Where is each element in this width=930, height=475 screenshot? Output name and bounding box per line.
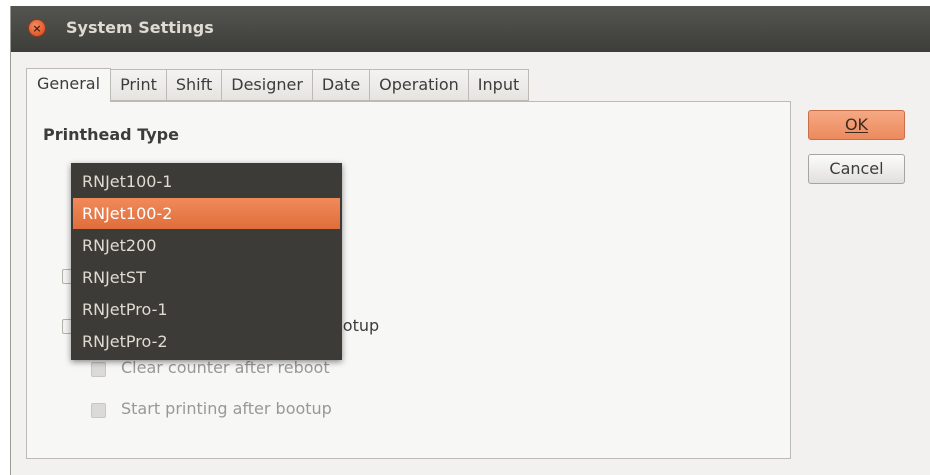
dropdown-item[interactable]: RNJetPro-1 bbox=[73, 294, 340, 325]
system-settings-window: × System Settings General Print Shift De… bbox=[10, 6, 930, 475]
dropdown-item-selected[interactable]: RNJet100-2 bbox=[73, 198, 340, 229]
tab-input[interactable]: Input bbox=[468, 69, 530, 101]
dropdown-item[interactable]: RNJet200 bbox=[73, 230, 340, 261]
printhead-type-dropdown-list: RNJet100-1 RNJet100-2 RNJet200 RNJetST R… bbox=[71, 163, 342, 360]
dropdown-item[interactable]: RNJet100-1 bbox=[73, 166, 340, 197]
tab-general[interactable]: General bbox=[26, 68, 112, 102]
start-printing-checkbox[interactable] bbox=[91, 403, 106, 418]
tab-bar: General Print Shift Designer Date Operat… bbox=[26, 68, 530, 102]
titlebar: × System Settings bbox=[11, 6, 930, 52]
tab-designer[interactable]: Designer bbox=[222, 69, 313, 101]
cancel-label: Cancel bbox=[829, 159, 884, 178]
dropdown-item[interactable]: RNJetPro-2 bbox=[73, 326, 340, 357]
clear-counter-label: Clear counter after reboot bbox=[121, 358, 330, 377]
window-title: System Settings bbox=[66, 18, 214, 37]
ok-label: OK bbox=[844, 115, 869, 134]
tab-print[interactable]: Print bbox=[111, 69, 167, 101]
tab-shift[interactable]: Shift bbox=[166, 69, 223, 101]
tab-date[interactable]: Date bbox=[312, 69, 371, 101]
clear-counter-checkbox[interactable] bbox=[91, 362, 106, 377]
tab-operation[interactable]: Operation bbox=[370, 69, 469, 101]
cancel-button[interactable]: Cancel bbox=[808, 154, 905, 184]
ok-button[interactable]: OK bbox=[808, 110, 905, 140]
start-printing-label: Start printing after bootup bbox=[121, 399, 332, 418]
printhead-type-heading: Printhead Type bbox=[43, 125, 179, 144]
close-icon[interactable]: × bbox=[28, 19, 46, 37]
dropdown-item[interactable]: RNJetST bbox=[73, 262, 340, 293]
